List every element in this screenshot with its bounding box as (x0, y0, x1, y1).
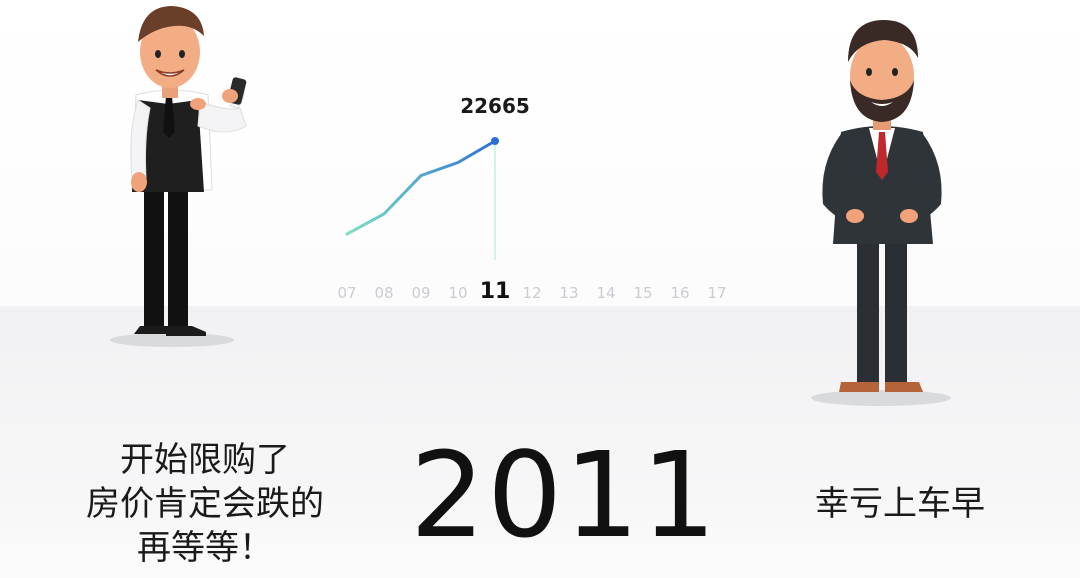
left-caption-line: 房价肯定会跌的 (86, 484, 324, 524)
right-caption: 幸亏上车早 (815, 484, 985, 524)
x-tick-label: 07 (337, 284, 356, 302)
year-label: 2011 (410, 426, 719, 564)
x-tick-label: 12 (522, 284, 541, 302)
x-tick-label: 08 (374, 284, 393, 302)
x-tick-label: 16 (670, 284, 689, 302)
last-data-point (491, 137, 499, 145)
x-tick-label: 11 (480, 279, 511, 304)
bearded-man-illustration (811, 20, 951, 406)
man-with-phone-illustration (110, 6, 247, 347)
series-line (345, 139, 497, 236)
value-label: 22665 (460, 94, 530, 118)
x-tick-label: 13 (559, 284, 578, 302)
left-caption-line: 再等等！ (137, 528, 273, 568)
x-tick-label: 09 (411, 284, 430, 302)
x-axis-ticks: 07 08 09 10 11 12 13 14 15 16 17 (337, 279, 726, 304)
x-tick-label: 14 (596, 284, 615, 302)
left-caption-line: 开始限购了 (120, 440, 290, 480)
shadow-right (811, 390, 951, 406)
price-line-chart: 22665 07 08 09 10 11 12 13 14 15 16 17 (337, 94, 726, 304)
x-tick-label: 10 (448, 284, 467, 302)
x-tick-label: 17 (707, 284, 726, 302)
x-tick-label: 15 (633, 284, 652, 302)
left-caption: 开始限购了 房价肯定会跌的 再等等！ (40, 438, 370, 570)
series-points (491, 137, 499, 145)
